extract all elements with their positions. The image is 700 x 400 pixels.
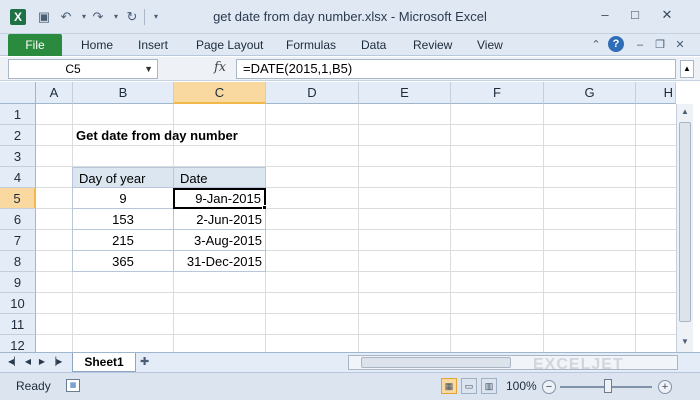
status-text: Ready (16, 379, 51, 393)
insert-function-icon[interactable]: fx (214, 60, 226, 75)
macro-record-icon[interactable]: ▦ (66, 379, 80, 392)
page-break-view-icon[interactable]: ▥ (481, 378, 497, 394)
row-header-3[interactable]: 3 (0, 146, 36, 167)
tab-home[interactable]: Home (81, 34, 113, 56)
workbook-minimize-icon[interactable]: – (632, 37, 648, 53)
title-bar: X ▣ ↶ ▾ ↷ ▾ ↻ ▾ get date from day number… (0, 0, 700, 34)
minimize-button[interactable]: – (594, 6, 616, 24)
sheet-tab-bar: ◀▏ ◀ ▶ ▕▶ Sheet1 ✚ EXCELJET (0, 352, 700, 373)
expand-formula-bar-icon[interactable]: ▲ (680, 60, 694, 78)
column-header-f[interactable]: F (451, 82, 544, 104)
column-header-g[interactable]: G (544, 82, 636, 104)
table-header-date[interactable]: Date (173, 167, 266, 188)
tab-formulas[interactable]: Formulas (286, 34, 336, 56)
name-box[interactable]: C5 ▼ (8, 59, 158, 79)
page-layout-view-icon[interactable]: ▭ (461, 378, 477, 394)
gridline (36, 313, 676, 314)
row-header-10[interactable]: 10 (0, 293, 36, 314)
column-header-e[interactable]: E (359, 82, 451, 104)
gridline (543, 104, 544, 352)
row-header-1[interactable]: 1 (0, 104, 36, 125)
column-header-h[interactable]: H (636, 82, 676, 104)
vertical-scrollbar[interactable]: ▲ ▼ (676, 104, 693, 352)
sheet-heading[interactable]: Get date from day number (76, 125, 238, 146)
date-cell[interactable]: 31-Dec-2015 (173, 251, 266, 272)
row-header-12[interactable]: 12 (0, 335, 36, 352)
normal-view-icon[interactable]: ▦ (441, 378, 457, 394)
insert-sheet-icon[interactable]: ✚ (140, 355, 156, 369)
horizontal-scrollbar[interactable]: EXCELJET (348, 355, 678, 373)
scroll-down-icon[interactable]: ▼ (677, 334, 693, 350)
ribbon-tabs: File Home Insert Page Layout Formulas Da… (0, 34, 700, 56)
spreadsheet-grid[interactable]: A B C D E F G H 1 2 3 4 5 6 7 8 9 10 11 … (0, 82, 700, 352)
chevron-down-icon[interactable]: ▼ (144, 60, 153, 78)
name-box-value: C5 (65, 62, 81, 76)
prev-sheet-icon[interactable]: ◀ (22, 355, 34, 369)
formula-bar: C5 ▼ fx =DATE(2015,1,B5) ▲ (0, 57, 700, 81)
tab-review[interactable]: Review (413, 34, 452, 56)
file-tab[interactable]: File (8, 34, 62, 56)
gridline (450, 104, 451, 352)
help-icon[interactable]: ? (608, 36, 624, 52)
column-header-a[interactable]: A (36, 82, 73, 104)
row-header-4[interactable]: 4 (0, 167, 36, 188)
column-header-b[interactable]: B (73, 82, 174, 104)
first-sheet-icon[interactable]: ◀▏ (8, 355, 20, 369)
gridline (36, 334, 676, 335)
status-bar: Ready ▦ ▦ ▭ ▥ 100% − + (0, 372, 700, 400)
minimize-ribbon-icon[interactable]: ⌃ (588, 37, 604, 53)
scroll-up-icon[interactable]: ▲ (677, 104, 693, 120)
formula-input[interactable]: =DATE(2015,1,B5) (236, 59, 676, 79)
column-header-c[interactable]: C (174, 82, 266, 104)
day-cell[interactable]: 365 (72, 251, 174, 272)
select-all-button[interactable] (0, 82, 36, 104)
zoom-slider-handle[interactable] (604, 379, 612, 393)
last-sheet-icon[interactable]: ▕▶ (50, 355, 62, 369)
row-header-8[interactable]: 8 (0, 251, 36, 272)
gridline (358, 104, 359, 352)
row-header-6[interactable]: 6 (0, 209, 36, 230)
row-header-7[interactable]: 7 (0, 230, 36, 251)
row-header-2[interactable]: 2 (0, 125, 36, 146)
maximize-button[interactable]: □ (624, 6, 646, 24)
scroll-thumb[interactable] (679, 122, 691, 322)
day-cell[interactable]: 215 (72, 230, 174, 251)
row-header-11[interactable]: 11 (0, 314, 36, 335)
date-cell[interactable]: 3-Aug-2015 (173, 230, 266, 251)
row-header-9[interactable]: 9 (0, 272, 36, 293)
close-button[interactable]: ✕ (656, 6, 678, 24)
workbook-restore-icon[interactable]: ❐ (652, 37, 668, 53)
workbook-close-icon[interactable]: ✕ (672, 37, 688, 53)
zoom-level[interactable]: 100% (506, 373, 537, 400)
active-cell-date[interactable]: 9-Jan-2015 (173, 188, 266, 209)
zoom-out-button[interactable]: − (542, 380, 556, 394)
row-header-5[interactable]: 5 (0, 188, 36, 209)
day-cell[interactable]: 9 (72, 188, 174, 209)
day-cell[interactable]: 153 (72, 209, 174, 230)
date-cell[interactable]: 2-Jun-2015 (173, 209, 266, 230)
scroll-thumb[interactable] (361, 357, 511, 368)
gridline (635, 104, 636, 352)
gridline (36, 292, 676, 293)
tab-data[interactable]: Data (361, 34, 386, 56)
next-sheet-icon[interactable]: ▶ (36, 355, 48, 369)
tab-sheet1[interactable]: Sheet1 (72, 353, 136, 372)
column-header-d[interactable]: D (266, 82, 359, 104)
tab-insert[interactable]: Insert (138, 34, 168, 56)
tab-view[interactable]: View (477, 34, 503, 56)
tab-page-layout[interactable]: Page Layout (196, 34, 263, 56)
zoom-in-button[interactable]: + (658, 380, 672, 394)
table-header-day[interactable]: Day of year (72, 167, 174, 188)
